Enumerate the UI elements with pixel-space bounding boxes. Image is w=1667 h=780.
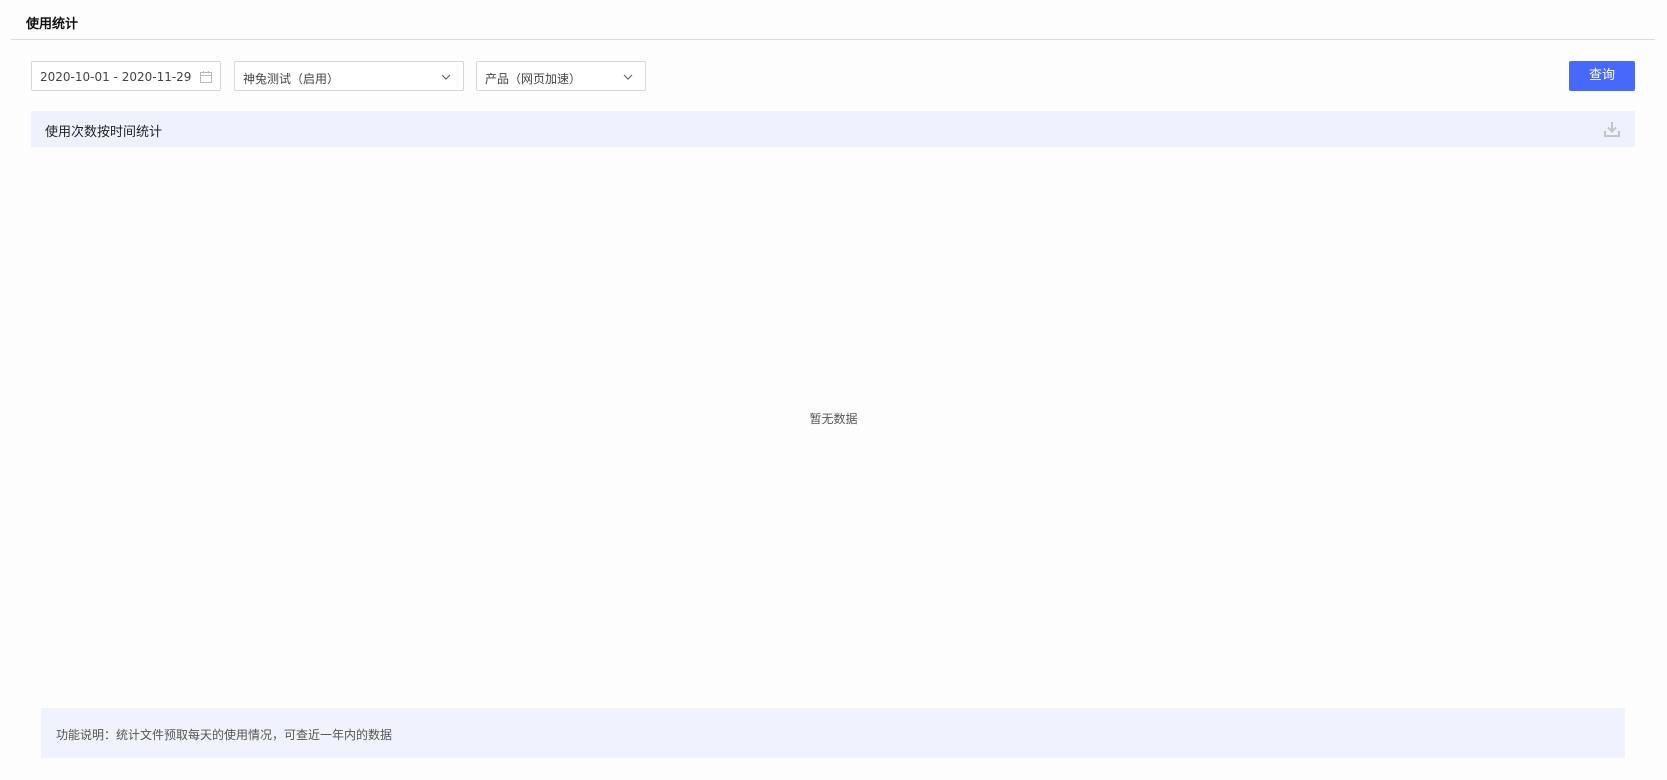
app-select-value: 神兔测试（启用） <box>243 72 340 86</box>
page-title: 使用统计 <box>26 17 79 32</box>
feature-note: 功能说明：统计文件预取每天的使用情况，可查近一年内的数据 <box>41 708 1625 758</box>
filter-bar: 2020-10-01 - 2020-11-29 神兔测试（启用） 产品（网页加速… <box>31 61 1635 91</box>
section-header: 使用次数按时间统计 <box>31 111 1635 147</box>
product-select[interactable]: 产品（网页加速） <box>476 61 646 91</box>
date-range-picker[interactable]: 2020-10-01 - 2020-11-29 <box>31 61 221 91</box>
chevron-down-icon <box>441 74 451 80</box>
date-range-value: 2020-10-01 - 2020-11-29 <box>40 70 192 84</box>
section-title: 使用次数按时间统计 <box>45 125 163 140</box>
empty-state-text: 暂无数据 <box>809 412 858 426</box>
feature-note-text: 功能说明：统计文件预取每天的使用情况，可查近一年内的数据 <box>56 728 393 742</box>
app-select[interactable]: 神兔测试（启用） <box>234 61 464 91</box>
page-header: 使用统计 <box>11 0 1655 40</box>
usage-statistics-page: 使用统计 2020-10-01 - 2020-11-29 神兔测试（启用） 产品… <box>0 0 1667 780</box>
calendar-icon <box>200 71 212 83</box>
chevron-down-icon <box>623 74 633 80</box>
download-icon[interactable] <box>1603 120 1621 138</box>
product-select-value: 产品（网页加速） <box>485 72 582 86</box>
query-button[interactable]: 查询 <box>1569 61 1635 91</box>
